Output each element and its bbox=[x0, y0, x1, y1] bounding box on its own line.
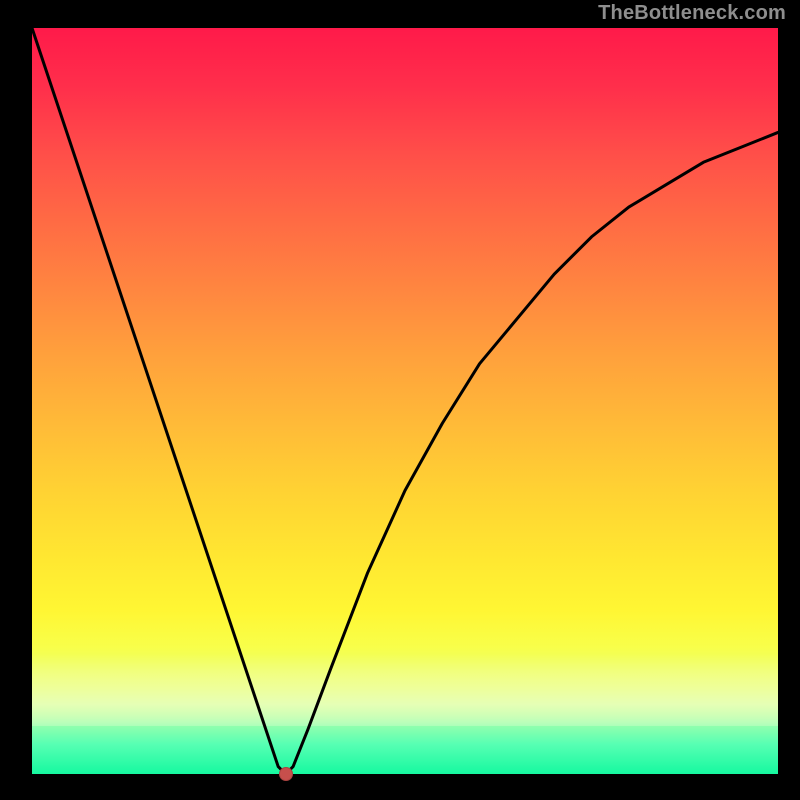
watermark-text: TheBottleneck.com bbox=[598, 2, 786, 25]
chart-frame: TheBottleneck.com bbox=[0, 0, 800, 800]
plot-area bbox=[32, 28, 778, 774]
minimum-marker bbox=[279, 767, 293, 781]
bottleneck-curve bbox=[32, 28, 778, 774]
